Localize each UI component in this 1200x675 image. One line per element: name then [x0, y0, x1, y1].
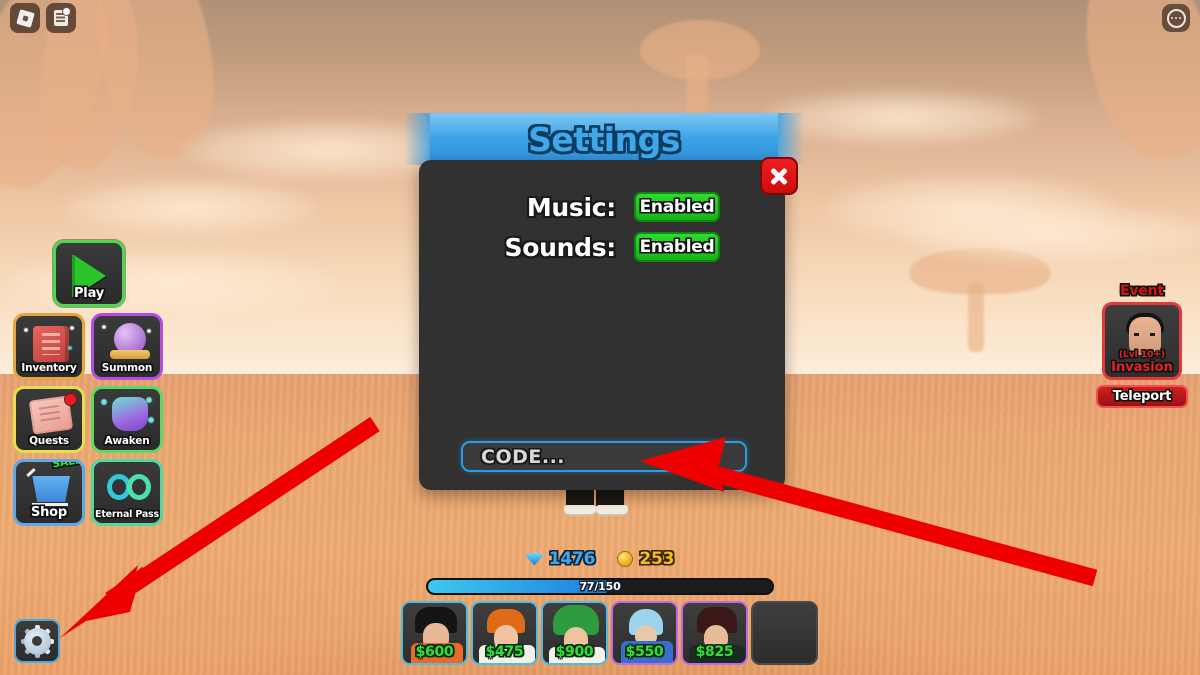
sidebar-item-label: Awaken [104, 434, 150, 447]
setting-row-sounds: Sounds: Enabled [419, 232, 785, 262]
sidebar-item-label: Shop [30, 505, 68, 520]
sidebar-item-summon[interactable]: Summon [91, 313, 163, 380]
code-input-field[interactable]: CODE... [461, 441, 747, 472]
event-level-requirement: (Lvl 10+) [1118, 350, 1166, 360]
left-menu: Play Inventory Summon Quests Awaken SALE… [13, 240, 165, 532]
xp-progress-bar: 77/150 [426, 578, 774, 595]
unit-slot[interactable]: $600 [401, 601, 468, 665]
gem-icon [525, 552, 543, 566]
sidebar-item-quests[interactable]: Quests [13, 386, 85, 453]
notification-badge-icon [64, 393, 77, 406]
background-tree [968, 282, 984, 352]
more-options-icon[interactable] [1162, 4, 1190, 32]
unit-price: $600 [415, 644, 454, 660]
xp-progress-label: 77/150 [579, 580, 621, 593]
unit-price: $825 [695, 644, 734, 660]
sidebar-item-label: Quests [29, 434, 69, 447]
sidebar-item-awaken[interactable]: Awaken [91, 386, 163, 453]
unit-slot[interactable]: $900 [541, 601, 608, 665]
music-label: Music: [526, 192, 616, 222]
setting-row-music: Music: Enabled [419, 192, 785, 222]
event-panel: Event (Lvl 10+) Invasion Teleport [1092, 283, 1192, 408]
teleport-button[interactable]: Teleport [1096, 385, 1188, 408]
sidebar-item-shop[interactable]: SALE! Shop [13, 459, 85, 526]
cloud [60, 180, 320, 235]
gem-currency: 1476 [525, 549, 596, 569]
unit-price: $550 [625, 644, 664, 660]
coin-icon [617, 551, 634, 567]
sounds-toggle-button[interactable]: Enabled [634, 232, 720, 262]
sounds-label: Sounds: [504, 232, 617, 262]
unit-slot[interactable]: $475 [471, 601, 538, 665]
unit-price: $475 [485, 644, 524, 660]
unit-slot[interactable]: $550 [611, 601, 678, 665]
close-icon[interactable] [760, 157, 798, 195]
unit-slot-bar: $600 $475 $900 $550 $825 [401, 601, 818, 665]
event-name: Invasion [1111, 360, 1173, 375]
chat-icon[interactable] [46, 3, 76, 33]
settings-panel: Music: Enabled Sounds: Enabled CODE... [419, 160, 785, 490]
sidebar-item-inventory[interactable]: Inventory [13, 313, 85, 380]
gem-amount: 1476 [548, 549, 596, 569]
sidebar-item-label: Summon [101, 361, 153, 374]
roblox-logo-icon[interactable] [10, 3, 40, 33]
gear-icon [20, 624, 54, 658]
settings-gear-button[interactable] [14, 619, 60, 663]
cloud [900, 205, 1200, 265]
settings-title-banner: Settings [404, 113, 804, 165]
page-title: Settings [528, 119, 680, 159]
game-screen: Play Inventory Summon Quests Awaken SALE… [0, 0, 1200, 675]
event-title: Event [1120, 283, 1164, 299]
unit-price: $900 [555, 644, 594, 660]
sidebar-item-label: Eternal Pass [95, 508, 159, 520]
coin-currency: 253 [617, 549, 674, 569]
music-toggle-button[interactable]: Enabled [634, 192, 720, 222]
sidebar-item-play[interactable]: Play [53, 240, 125, 307]
unit-slot[interactable]: $825 [681, 601, 748, 665]
sidebar-item-label: Play [73, 286, 105, 301]
code-input-placeholder: CODE... [481, 445, 565, 468]
sidebar-item-eternal-pass[interactable]: Eternal Pass [91, 459, 163, 526]
unit-slot-empty[interactable] [751, 601, 818, 665]
currency-bar: 1476 253 [0, 549, 1200, 569]
coin-amount: 253 [639, 549, 675, 569]
event-card[interactable]: (Lvl 10+) Invasion [1102, 302, 1182, 380]
sidebar-item-label: Inventory [21, 361, 77, 374]
